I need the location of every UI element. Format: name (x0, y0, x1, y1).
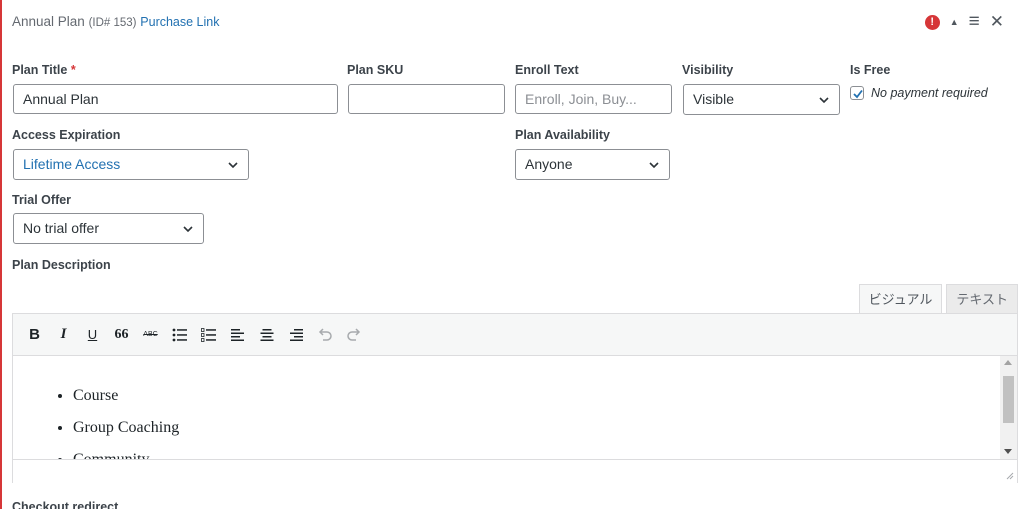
chevron-down-icon (649, 162, 659, 169)
bold-button[interactable]: B (23, 323, 46, 347)
plan-title-heading: Annual Plan (12, 14, 85, 29)
tab-text[interactable]: テキスト (946, 284, 1018, 314)
scroll-down-arrow-icon[interactable] (1004, 449, 1012, 454)
required-mark: * (70, 63, 76, 77)
strikethrough-icon: ABC (143, 331, 158, 338)
align-center-button[interactable] (255, 323, 278, 347)
chevron-down-icon (819, 97, 829, 104)
plan-availability-select[interactable]: Anyone (515, 149, 670, 180)
plan-title-input[interactable]: Annual Plan (13, 84, 338, 114)
align-right-icon (289, 328, 303, 341)
undo-button[interactable] (313, 323, 336, 347)
visibility-value: Visible (693, 91, 734, 107)
blockquote-button[interactable]: 66 (110, 323, 133, 347)
numbered-list-button[interactable] (197, 323, 220, 347)
trial-offer-value: No trial offer (23, 220, 99, 236)
purchase-link[interactable]: Purchase Link (140, 15, 219, 29)
access-expiration-label: Access Expiration (12, 128, 121, 142)
editor-content[interactable]: Course Group Coaching Community (13, 356, 1017, 459)
checkout-redirect-label: Checkout redirect (12, 500, 119, 509)
enroll-text-input[interactable]: Enroll, Join, Buy... (515, 84, 672, 114)
description-editor: B I U 66 ABC Course Group Coaching (12, 313, 1018, 483)
numbered-list-icon (200, 327, 216, 342)
list-item: Community (73, 444, 1017, 459)
align-left-icon (230, 328, 244, 341)
blockquote-icon: 66 (114, 326, 129, 342)
tab-visual[interactable]: ビジュアル (858, 284, 943, 314)
scrollbar-thumb[interactable] (1003, 376, 1014, 423)
bullet-list-icon (172, 328, 187, 341)
list-item: Group Coaching (73, 412, 1017, 444)
plan-sku-label: Plan SKU (347, 63, 404, 77)
visibility-select[interactable]: Visible (683, 84, 840, 115)
is-free-label: Is Free (850, 63, 891, 77)
error-icon: ! (924, 14, 940, 30)
collapse-up-icon[interactable]: ▲ (950, 17, 959, 27)
editor-toolbar: B I U 66 ABC (13, 314, 1017, 356)
plan-description-label: Plan Description (12, 258, 111, 272)
bullet-list-button[interactable] (168, 323, 191, 347)
align-center-icon (260, 328, 273, 341)
italic-button[interactable]: I (52, 323, 75, 347)
access-expiration-value: Lifetime Access (23, 156, 121, 172)
visibility-label: Visibility (682, 63, 734, 77)
redo-button[interactable] (342, 323, 365, 347)
chevron-down-icon (228, 162, 238, 169)
plan-sku-input[interactable] (348, 84, 505, 114)
underline-button[interactable]: U (81, 323, 104, 347)
trial-offer-label: Trial Offer (12, 193, 72, 207)
checkmark-icon (853, 89, 863, 99)
plan-title-label: Plan Title * (12, 63, 76, 77)
header-actions: ! ▲ ≡ ✕ (924, 11, 1004, 33)
align-left-button[interactable] (226, 323, 249, 347)
strikethrough-button[interactable]: ABC (139, 323, 162, 347)
scroll-up-arrow-icon[interactable] (1004, 360, 1012, 365)
trial-offer-select[interactable]: No trial offer (13, 213, 204, 244)
redo-icon (346, 327, 360, 341)
list-item: Course (73, 380, 1017, 412)
content-list: Course Group Coaching Community (13, 380, 1017, 459)
editor-tabs: ビジュアル テキスト (858, 284, 1018, 314)
plan-header: Annual Plan (ID# 153) Purchase Link (12, 14, 220, 29)
undo-icon (318, 327, 332, 341)
error-indicator-bar (0, 0, 2, 509)
enroll-text-label: Enroll Text (515, 63, 579, 77)
is-free-checkbox[interactable] (850, 86, 864, 100)
close-icon[interactable]: ✕ (990, 12, 1004, 32)
editor-scrollbar[interactable] (1000, 356, 1017, 459)
menu-icon[interactable]: ≡ (969, 11, 980, 33)
plan-id: (ID# 153) (88, 17, 137, 29)
access-expiration-select[interactable]: Lifetime Access (13, 149, 249, 180)
editor-statusbar (13, 459, 1017, 483)
plan-availability-value: Anyone (525, 156, 573, 172)
align-right-button[interactable] (284, 323, 307, 347)
is-free-checkbox-label: No payment required (871, 86, 988, 100)
is-free-checkbox-row[interactable]: No payment required (850, 86, 988, 100)
chevron-down-icon (183, 226, 193, 233)
resize-handle-icon[interactable] (1005, 471, 1014, 480)
plan-availability-label: Plan Availability (515, 128, 610, 142)
